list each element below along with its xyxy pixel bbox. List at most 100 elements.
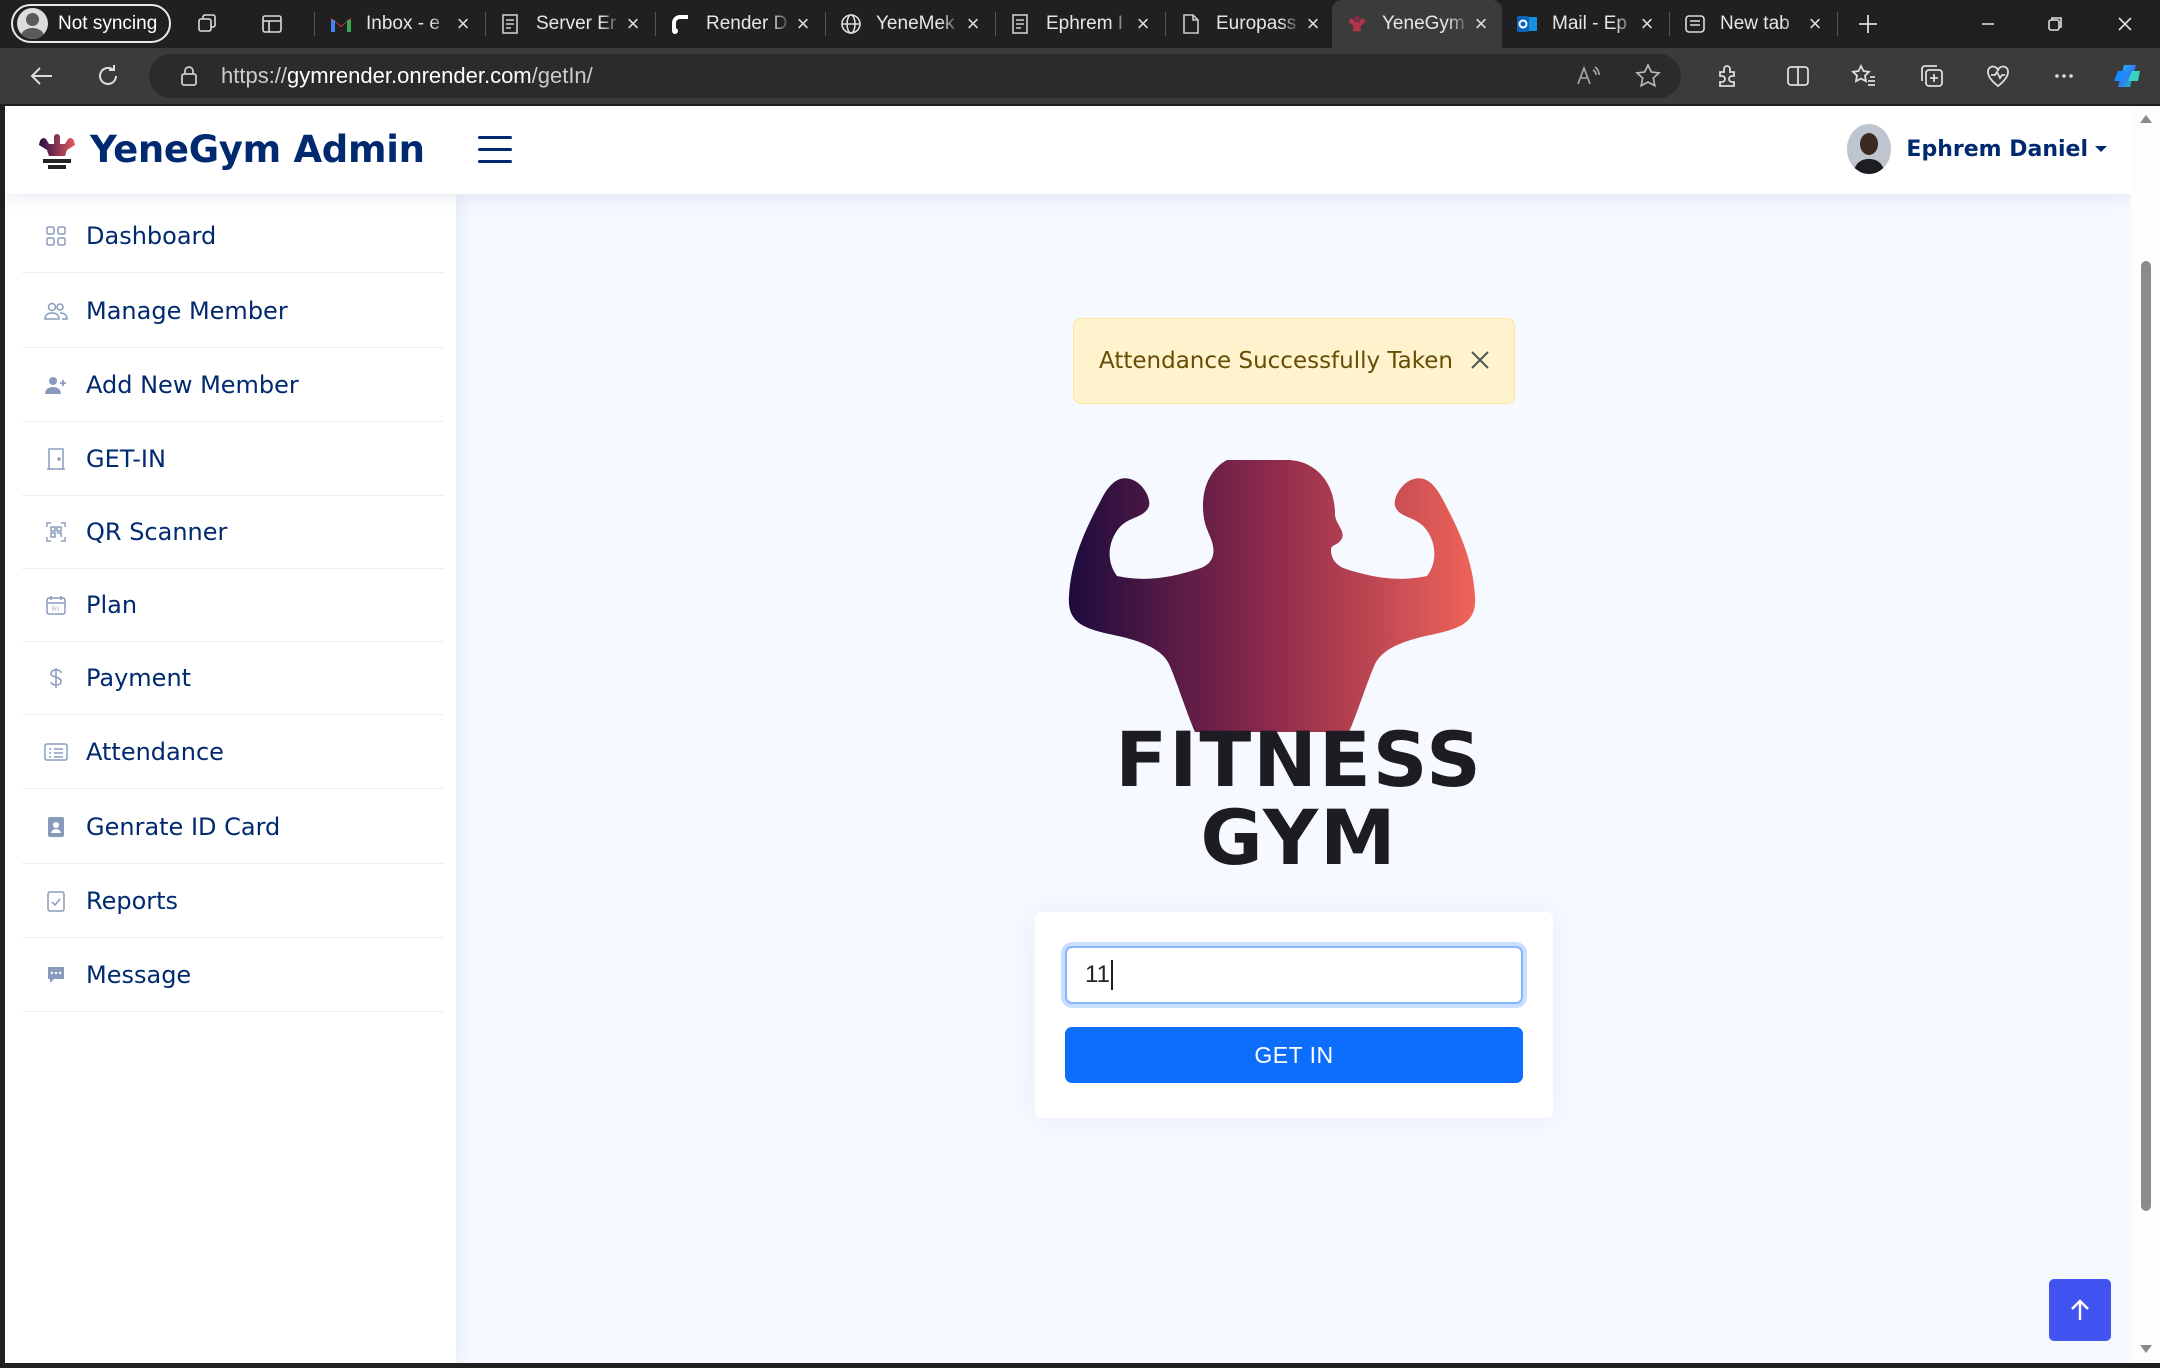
browser-essentials-icon[interactable] [1984, 62, 2012, 90]
tab-new-tab[interactable]: New tab × [1670, 0, 1836, 48]
document-icon [1010, 13, 1032, 35]
sidebar-item-add-new-member[interactable]: Add New Member [22, 348, 444, 422]
tab-title: YeneGym [1382, 13, 1465, 34]
sidebar-item-label: GET-IN [86, 444, 166, 473]
close-tab-icon[interactable]: × [452, 11, 474, 37]
new-tab-plus-icon[interactable] [1856, 12, 1880, 36]
close-tab-icon[interactable]: × [1302, 11, 1324, 37]
chat-icon [44, 963, 68, 987]
close-tab-icon[interactable]: × [1470, 11, 1492, 37]
calendar-icon: Fri [44, 593, 68, 617]
more-options-icon[interactable] [2050, 62, 2078, 90]
split-screen-icon[interactable] [1784, 62, 1812, 90]
page-scrollbar[interactable] [2131, 106, 2160, 1363]
tab-mail[interactable]: Mail - Ep × [1502, 0, 1668, 48]
gmail-icon [330, 13, 352, 35]
collections-icon[interactable] [1918, 62, 1946, 90]
sidebar-toggle-button[interactable] [478, 136, 512, 164]
scroll-up-arrow-icon[interactable] [2139, 114, 2153, 124]
close-tab-icon[interactable]: × [792, 11, 814, 37]
tab-ephrem[interactable]: Ephrem I × [996, 0, 1164, 48]
scroll-down-arrow-icon[interactable] [2139, 1344, 2153, 1354]
sidebar-item-manage-member[interactable]: Manage Member [22, 274, 444, 348]
refresh-icon[interactable] [94, 62, 122, 90]
sidebar-item-label: Add New Member [86, 370, 299, 399]
lock-icon[interactable] [179, 64, 199, 88]
close-tab-icon[interactable]: × [1636, 11, 1658, 37]
tab-title: Mail - Ep [1552, 13, 1627, 34]
tab-title: Europass [1216, 13, 1297, 34]
close-tab-icon[interactable]: × [622, 11, 644, 37]
favorite-star-icon[interactable] [1634, 62, 1662, 90]
success-alert: Attendance Successfully Taken [1073, 318, 1515, 404]
get-in-button[interactable]: GET IN [1065, 1027, 1523, 1083]
sidebar-item-dashboard[interactable]: Dashboard [22, 199, 444, 273]
brand-logo-link[interactable]: YeneGym Admin [35, 128, 425, 171]
tab-yenegym[interactable]: YeneGym × [1332, 0, 1502, 48]
copilot-icon[interactable] [2110, 59, 2144, 93]
alert-message: Attendance Successfully Taken [1099, 348, 1453, 374]
member-id-value: 11 [1085, 961, 1110, 988]
tab-inbox[interactable]: Inbox - e × [316, 0, 484, 48]
brand-name: YeneGym Admin [90, 128, 425, 171]
back-icon[interactable] [28, 62, 56, 90]
workspaces-icon[interactable] [196, 12, 220, 36]
sidebar-item-label: QR Scanner [86, 517, 228, 546]
close-icon[interactable] [1468, 348, 1492, 372]
sidebar-item-plan[interactable]: Fri Plan [22, 568, 444, 642]
extensions-icon[interactable] [1714, 62, 1742, 90]
sidebar-item-payment[interactable]: Payment [22, 641, 444, 715]
tab-server-error[interactable]: Server Er × [486, 0, 654, 48]
sidebar-item-generate-id-card[interactable]: Genrate ID Card [22, 790, 444, 864]
sidebar-item-qr-scanner[interactable]: QR Scanner [22, 495, 444, 569]
sidebar-item-label: Reports [86, 886, 179, 915]
fitness-gym-logo: FITNESS GYM [1068, 460, 1483, 880]
profile-dropdown[interactable]: Ephrem Daniel [1847, 124, 2107, 174]
sidebar-item-reports[interactable]: Reports [22, 864, 444, 938]
sidebar-item-label: Payment [86, 663, 192, 692]
qr-scan-icon [44, 520, 68, 544]
gym-icon [1346, 13, 1368, 35]
logo-line-2: GYM [1200, 793, 1397, 880]
member-id-input[interactable]: 11 [1065, 946, 1523, 1004]
profile-sync-label: Not syncing [58, 12, 158, 34]
id-badge-icon [44, 815, 68, 839]
tab-render[interactable]: Render D × [656, 0, 824, 48]
sidebar-item-label: Attendance [86, 737, 224, 766]
avatar [1847, 124, 1892, 174]
favorites-icon[interactable] [1850, 62, 1878, 90]
scrollbar-thumb[interactable] [2141, 261, 2151, 1211]
logo-line-1: FITNESS [1115, 715, 1483, 804]
dollar-icon [44, 666, 68, 690]
minimize-icon[interactable] [1976, 12, 2000, 36]
tab-title: Inbox - e [366, 13, 440, 34]
page-icon [1180, 13, 1202, 35]
list-card-icon [44, 740, 68, 764]
sidebar-item-label: Message [86, 960, 192, 989]
tab-europass[interactable]: Europass × [1166, 0, 1334, 48]
close-tab-icon[interactable]: × [1804, 11, 1826, 37]
close-window-icon[interactable] [2113, 12, 2137, 36]
restore-icon[interactable] [2043, 12, 2067, 36]
read-aloud-icon[interactable] [1574, 62, 1602, 90]
sidebar-item-attendance[interactable]: Attendance [22, 715, 444, 789]
url-bar[interactable]: https://gymrender.onrender.com/getIn/ [149, 54, 1681, 98]
tab-title: Render D [706, 13, 788, 34]
svg-text:Fri: Fri [52, 606, 59, 613]
profile-sync-button[interactable]: Not syncing [11, 4, 171, 43]
person-plus-icon [44, 373, 68, 397]
back-to-top-button[interactable] [2049, 1279, 2111, 1341]
document-icon [500, 13, 522, 35]
close-tab-icon[interactable]: × [962, 11, 984, 37]
tab-title: New tab [1720, 13, 1790, 34]
app-header: YeneGym Admin Ephrem Daniel [5, 106, 2131, 194]
close-tab-icon[interactable]: × [1132, 11, 1154, 37]
sidebar-item-label: Genrate ID Card [86, 812, 281, 841]
grid-icon [44, 224, 68, 248]
sidebar-item-message[interactable]: Message [22, 938, 444, 1012]
text-caret [1110, 960, 1113, 990]
tab-yenemek[interactable]: YeneMek × [826, 0, 994, 48]
sidebar-item-get-in[interactable]: GET-IN [22, 422, 444, 496]
tab-actions-icon[interactable] [260, 12, 284, 36]
newtab-icon [1684, 13, 1706, 35]
